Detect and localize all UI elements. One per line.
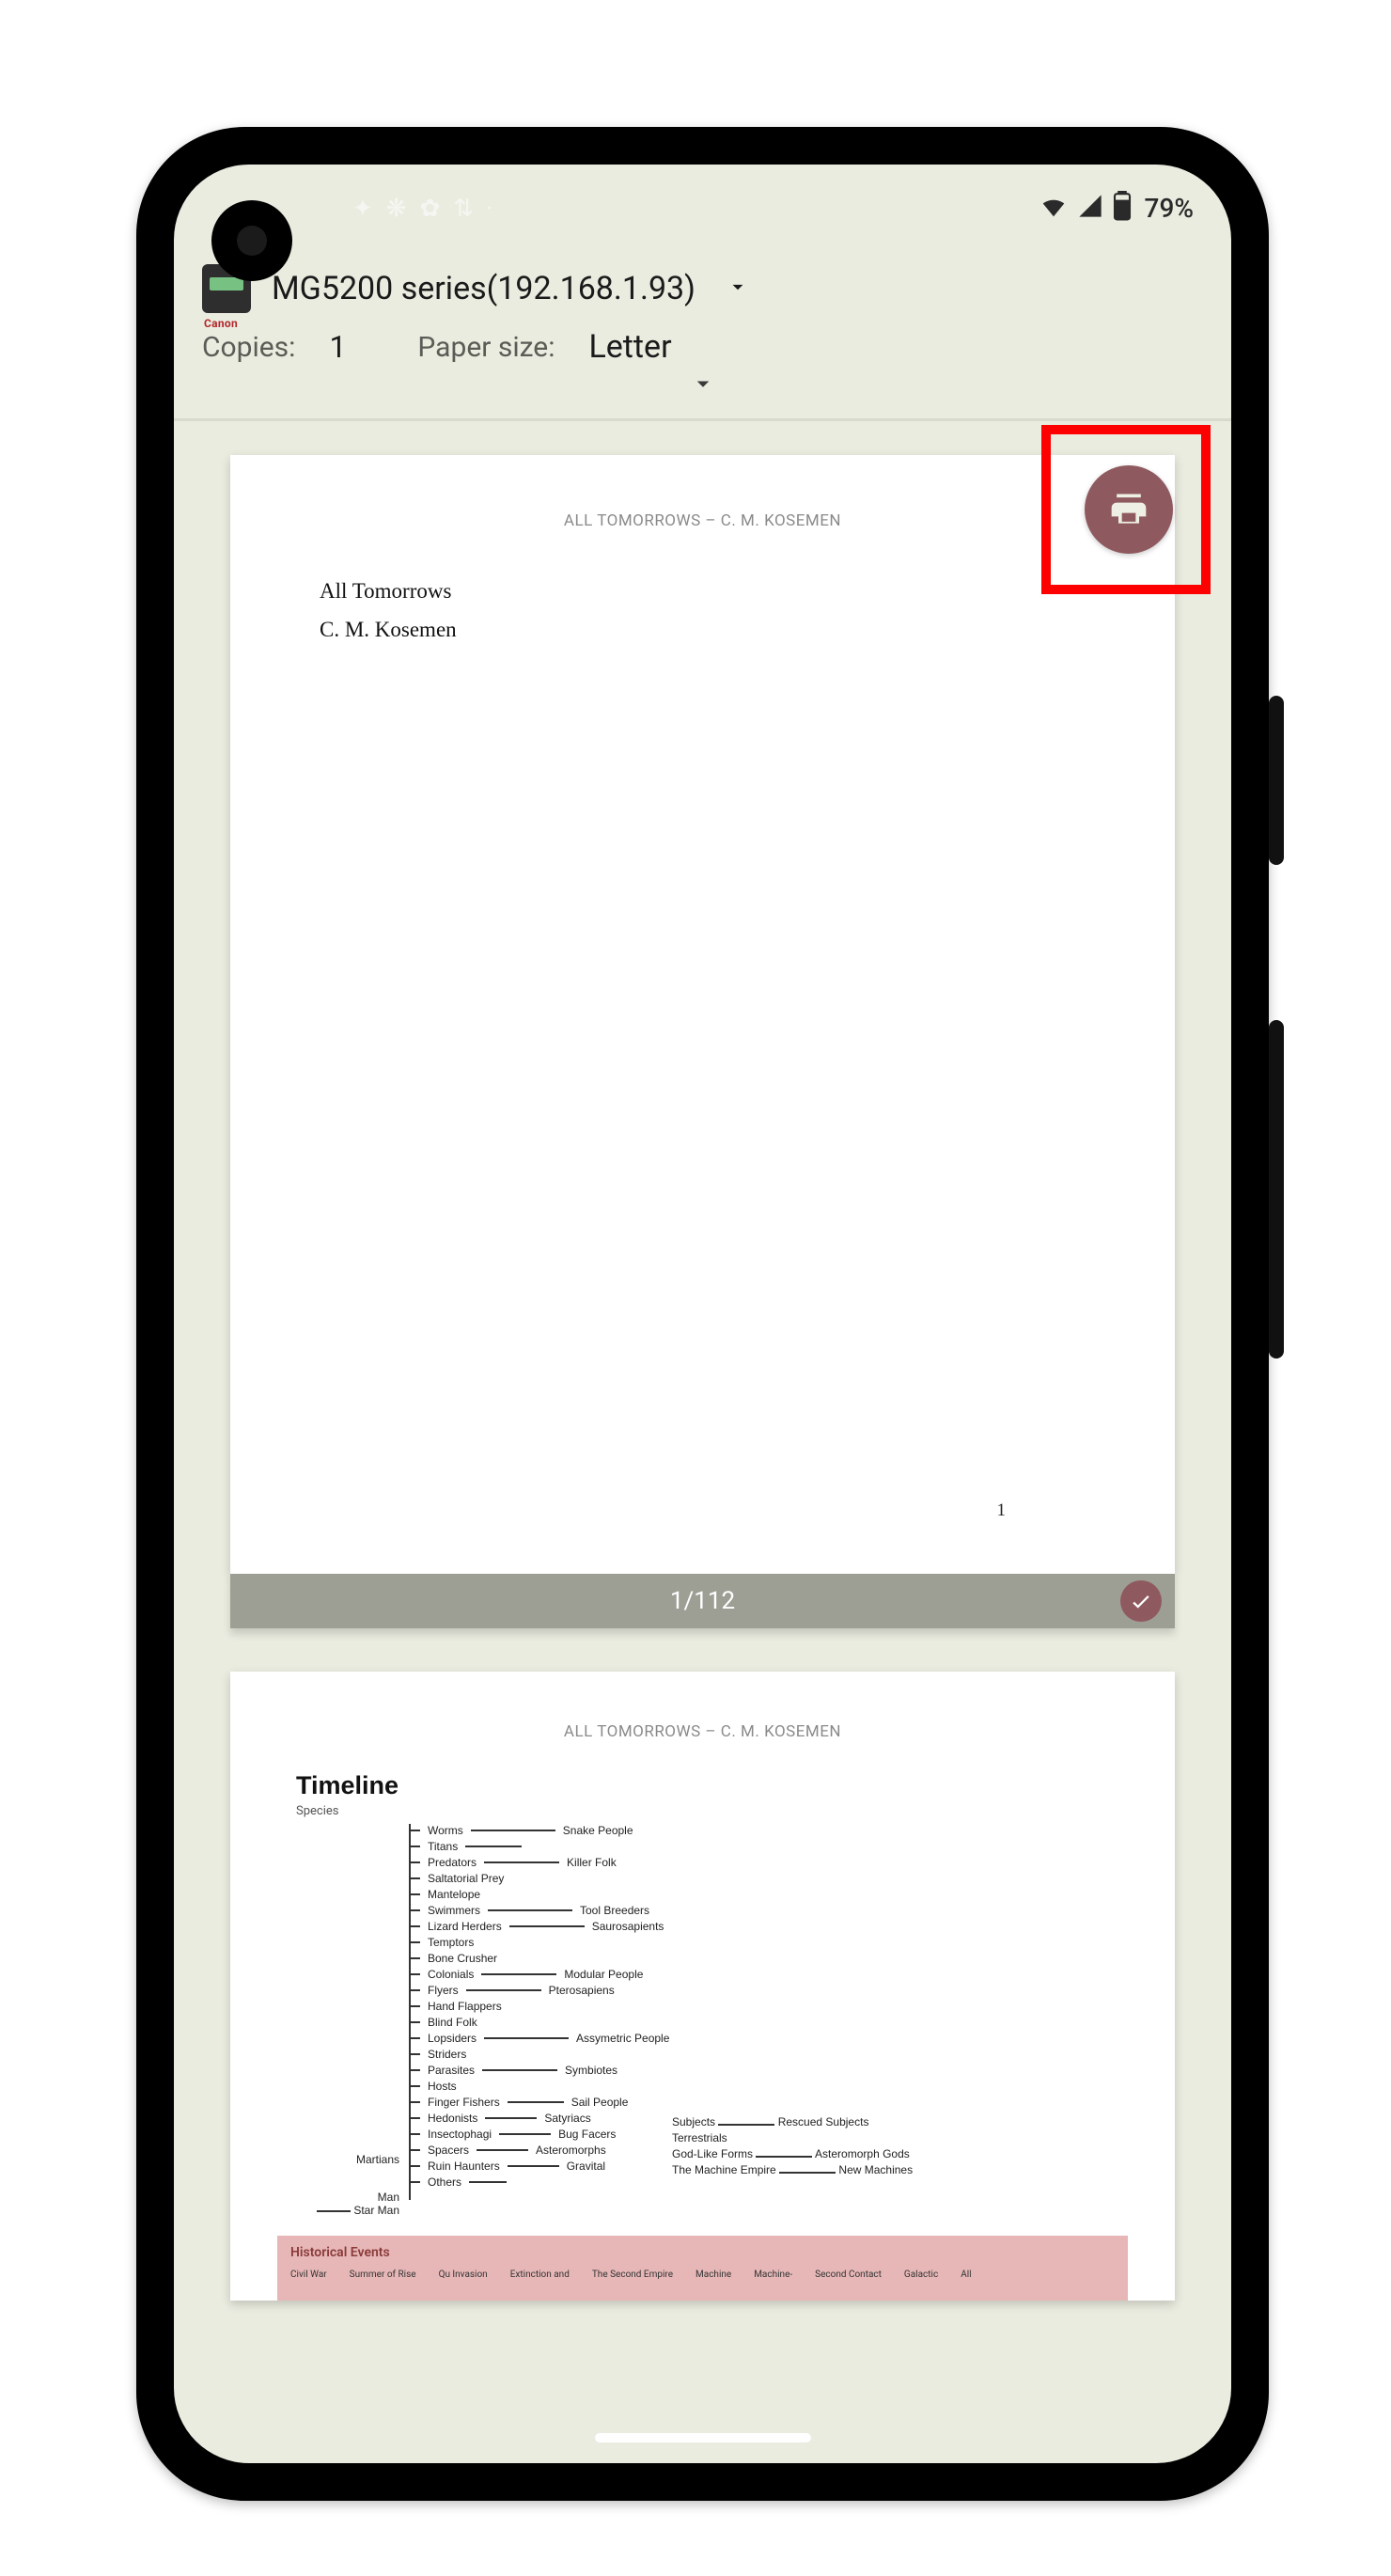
page-indicator-strip: 1/112 xyxy=(230,1574,1175,1628)
preview-page-2[interactable]: ALL TOMORROWS – C. M. KOSEMEN Timeline S… xyxy=(230,1672,1175,2301)
status-left-icons: ✦ ❋ ✿ ⇅ • xyxy=(352,195,492,223)
historical-event: Machine- xyxy=(754,2270,792,2280)
status-bar: ✦ ❋ ✿ ⇅ • 79% xyxy=(174,165,1231,247)
timeline-row: PredatorsKiller Folk xyxy=(411,1856,617,1869)
timeline-row: SpacersAsteromorphs xyxy=(411,2144,606,2157)
chevron-down-icon xyxy=(689,369,717,401)
status-icon: ✿ xyxy=(420,195,441,223)
timeline-col3-row: Terrestrials xyxy=(672,2131,727,2144)
timeline-row: ColonialsModular People xyxy=(411,1968,643,1981)
timeline-left-label: Martians xyxy=(287,2153,399,2166)
timeline-row: Finger FishersSail People xyxy=(411,2096,628,2109)
timeline-row: FlyersPterosapiens xyxy=(411,1984,615,1997)
timeline-row: Hand Flappers xyxy=(411,2000,502,2013)
timeline-diagram: Martians Man Star Man WormsSnake PeopleT… xyxy=(296,1824,1128,2228)
timeline-row: WormsSnake People xyxy=(411,1824,633,1837)
copies-value[interactable]: 1 xyxy=(329,329,346,365)
timeline-row: Ruin HauntersGravital xyxy=(411,2160,605,2173)
gesture-nav-bar[interactable] xyxy=(595,2433,811,2442)
timeline-row: Mantelope xyxy=(411,1888,480,1901)
timeline-col3-row: God-Like Forms Asteromorph Gods xyxy=(672,2147,910,2160)
wifi-icon xyxy=(1039,192,1068,224)
status-right: 79% xyxy=(1039,191,1194,225)
paper-size-label: Paper size: xyxy=(417,331,555,364)
timeline-row: Lizard HerdersSaurosapients xyxy=(411,1920,664,1933)
doc-title: All Tomorrows xyxy=(320,572,1086,610)
historical-event: Machine xyxy=(696,2270,731,2280)
battery-icon xyxy=(1113,191,1132,225)
historical-event: Second Contact xyxy=(815,2270,882,2280)
timeline-row: Bone Crusher xyxy=(411,1952,497,1965)
historical-event: Summer of Rise xyxy=(350,2270,416,2280)
timeline-row: InsectophagiBug Facers xyxy=(411,2128,616,2141)
timeline-row: Titans xyxy=(411,1840,522,1853)
species-axis-label: Species xyxy=(230,1804,1175,1818)
doc-page-number: 1 xyxy=(997,1500,1007,1521)
timeline-row: Saltatorial Prey xyxy=(411,1872,504,1885)
timeline-row: ParasitesSymbiotes xyxy=(411,2064,617,2077)
front-camera xyxy=(211,200,292,281)
timeline-row: Hosts xyxy=(411,2080,457,2093)
print-settings-row: Copies: 1 Paper size: Letter xyxy=(174,322,1231,369)
status-icon: ✦ xyxy=(352,195,373,223)
printer-selector[interactable]: Canon MG5200 series(192.168.1.93) xyxy=(174,247,1231,322)
historical-event: The Second Empire xyxy=(592,2270,673,2280)
historical-event: Civil War xyxy=(290,2270,327,2280)
doc-running-header: ALL TOMORROWS – C. M. KOSEMEN xyxy=(230,455,1175,530)
printer-name: MG5200 series(192.168.1.93) xyxy=(272,270,696,307)
print-preview-area[interactable]: ALL TOMORROWS – C. M. KOSEMEN All Tomorr… xyxy=(174,421,1231,2301)
chevron-down-icon xyxy=(726,275,750,303)
historical-event: Galactic xyxy=(904,2270,938,2280)
doc-author: C. M. Kosemen xyxy=(320,610,1086,649)
status-icon: ❋ xyxy=(386,195,407,223)
timeline-row: LopsidersAssymetric People xyxy=(411,2032,669,2045)
historical-events-band: Historical Events Civil War Summer of Ris… xyxy=(277,2236,1128,2301)
phone-side-button-power xyxy=(1269,696,1284,865)
expand-settings-button[interactable] xyxy=(174,369,1231,418)
signal-icon xyxy=(1077,193,1103,223)
timeline-row: Others xyxy=(411,2175,507,2189)
phone-side-button-volume xyxy=(1269,1020,1284,1359)
timeline-row: Blind Folk xyxy=(411,2016,477,2029)
doc-running-header: ALL TOMORROWS – C. M. KOSEMEN xyxy=(230,1672,1175,1741)
status-icon: • xyxy=(487,201,492,216)
status-icon: ⇅ xyxy=(453,195,474,223)
annotation-highlight-box xyxy=(1041,425,1211,594)
timeline-left-label: Star Man xyxy=(353,2204,399,2217)
page-counter: 1/112 xyxy=(670,1587,735,1615)
battery-percentage: 79% xyxy=(1145,193,1194,224)
historical-event: All xyxy=(961,2270,971,2280)
timeline-left-label: Man xyxy=(287,2191,399,2204)
timeline-col3-row: The Machine Empire New Machines xyxy=(672,2163,913,2176)
historical-event: Extinction and xyxy=(510,2270,570,2280)
timeline-col3-row: Subjects Rescued Subjects xyxy=(672,2115,868,2128)
preview-page-1[interactable]: ALL TOMORROWS – C. M. KOSEMEN All Tomorr… xyxy=(230,455,1175,1574)
timeline-row: Temptors xyxy=(411,1936,474,1949)
paper-size-value[interactable]: Letter xyxy=(588,328,671,366)
historical-event: Qu Invasion xyxy=(439,2270,488,2280)
copies-label: Copies: xyxy=(202,331,295,364)
timeline-row: HedonistsSatyriacs xyxy=(411,2112,591,2125)
historical-events-title: Historical Events xyxy=(290,2245,1115,2260)
timeline-heading: Timeline xyxy=(230,1741,1175,1804)
page-selected-toggle[interactable] xyxy=(1120,1580,1162,1622)
timeline-row: Striders xyxy=(411,2048,466,2061)
timeline-row: SwimmersTool Breeders xyxy=(411,1904,649,1917)
